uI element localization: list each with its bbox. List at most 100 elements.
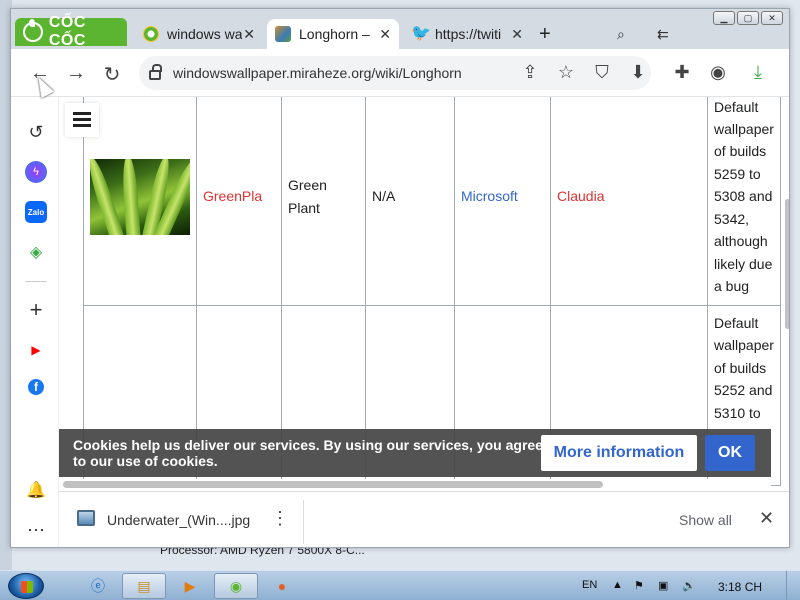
profile-avatar-icon[interactable]: ◉ <box>707 62 729 83</box>
photographer-link[interactable]: Claudia <box>557 188 604 204</box>
download-more-options-icon[interactable]: ⋮ <box>271 508 289 529</box>
adblock-shield-icon[interactable]: ⛉ <box>591 62 613 83</box>
coccoc-taskbar-icon[interactable]: ◉ <box>214 573 258 599</box>
twitter-bird-icon: 🐦 <box>411 25 431 42</box>
notes-line: 5342, <box>714 210 750 227</box>
cookie-banner: Cookies help us deliver our services. By… <box>59 429 771 477</box>
share-icon[interactable]: ⇪ <box>519 62 541 83</box>
notes-line: of builds <box>714 143 767 160</box>
notes-line: likely due <box>714 255 773 272</box>
notes-line: Default <box>714 98 759 115</box>
vertical-scrollbar-thumb[interactable] <box>785 199 789 329</box>
minimize-button[interactable]: ▁ <box>713 11 735 25</box>
notes-line: 5310 to <box>714 404 761 421</box>
table-cell-photographer: Claudia <box>550 97 708 306</box>
downloads-divider <box>303 500 304 544</box>
notes-line: a bug <box>714 277 750 294</box>
tray-expand-icon[interactable]: ▲ <box>612 579 623 591</box>
game-controller-icon[interactable]: ◈ <box>25 241 47 263</box>
notes-line: wallpaper <box>714 337 774 354</box>
table-cell-author: Microsoft <box>454 97 551 306</box>
wallpaper-name-line: Green <box>288 177 327 194</box>
windows-taskbar: ⓔ ▤ ▶ ◉ ● EN ▲ ⚑ ▣ 🔊 3:18 CH <box>0 570 800 600</box>
start-button[interactable] <box>8 573 44 599</box>
reload-icon[interactable]: ↻ <box>101 62 123 87</box>
wallpaper-table: GreenPla Green Plant N/A Microsoft Claud… <box>83 97 781 486</box>
sidebar: ↺ ϟ Zalo ◈ + ▶ f 🔔 ⋯ <box>11 97 59 547</box>
tab-longhorn[interactable]: Longhorn – ✕ <box>267 19 399 49</box>
table-cell-file: GreenPla <box>196 97 282 306</box>
more-options-icon[interactable]: ⋯ <box>25 519 47 541</box>
lock-icon[interactable] <box>149 64 162 80</box>
address-url[interactable]: windowswallpaper.miraheze.org/wiki/Longh… <box>173 65 462 81</box>
downloads-icon[interactable]: ⤓ <box>747 62 769 83</box>
coccoc-menu-button[interactable]: CỐC CỐC <box>15 14 127 49</box>
cookie-ok-button[interactable]: OK <box>705 435 755 471</box>
notes-line: Default <box>714 315 759 331</box>
add-app-plus-icon[interactable]: + <box>25 297 47 322</box>
zalo-icon[interactable]: Zalo <box>25 201 47 223</box>
tab-title: windows wa <box>167 26 243 42</box>
notification-bell-icon[interactable]: 🔔 <box>25 479 47 501</box>
media-player-icon[interactable]: ▶ <box>168 573 212 599</box>
tab-twitter[interactable]: 🐦 https://twiti ✕ <box>403 19 531 49</box>
table-cell-source: N/A <box>365 97 455 306</box>
show-all-downloads-link[interactable]: Show all <box>679 512 732 528</box>
notes-line: wallpaper <box>714 121 774 138</box>
sidebar-divider <box>25 281 47 282</box>
close-downloads-icon[interactable]: ✕ <box>759 508 774 529</box>
close-window-button[interactable]: ✕ <box>761 11 783 25</box>
table-cell-name: Green Plant <box>281 97 366 306</box>
show-desktop-button[interactable] <box>786 571 800 600</box>
file-explorer-icon[interactable]: ▤ <box>122 573 166 599</box>
horizontal-scrollbar-thumb[interactable] <box>63 481 603 488</box>
close-tab-icon[interactable]: ✕ <box>511 26 523 43</box>
new-tab-plus-icon[interactable]: + <box>539 23 551 46</box>
notes-line: 5252 and <box>714 382 773 399</box>
notes-line: although <box>714 233 768 250</box>
close-tab-icon[interactable]: ✕ <box>243 26 255 43</box>
browser-window: CỐC CỐC windows wa ✕ Longhorn – ✕ 🐦 http… <box>10 8 790 548</box>
table-of-contents-button[interactable] <box>65 103 99 137</box>
media-download-icon[interactable]: ⬇ <box>627 62 649 83</box>
green-plant-thumbnail[interactable] <box>90 158 190 235</box>
browser-toolbar: ← → ↻ windowswallpaper.miraheze.org/wiki… <box>11 49 789 97</box>
firefox-icon[interactable]: ● <box>260 573 304 599</box>
action-center-flag-icon[interactable]: ⚑ <box>634 579 644 592</box>
wiki-favicon-icon <box>275 26 291 42</box>
search-tabs-icon[interactable]: ⌕ <box>617 26 625 43</box>
extensions-puzzle-icon[interactable]: ✚ <box>671 62 693 83</box>
system-clock[interactable]: 3:18 CH <box>718 580 762 594</box>
file-link[interactable]: GreenPla <box>203 188 262 204</box>
coccoc-favicon-icon <box>143 26 159 42</box>
tab-windows-wallpaper[interactable]: windows wa ✕ <box>135 19 263 49</box>
tab-title: https://twiti <box>435 26 502 42</box>
more-information-button[interactable]: More information <box>541 435 697 471</box>
internet-explorer-icon[interactable]: ⓔ <box>76 573 120 599</box>
window-controls: ▁ ▢ ✕ <box>713 11 783 25</box>
volume-speaker-icon[interactable]: 🔊 <box>682 579 696 592</box>
facebook-icon[interactable]: f <box>28 379 44 395</box>
bookmark-star-icon[interactable]: ☆ <box>555 62 577 83</box>
blade-shape <box>120 158 142 235</box>
download-file-name[interactable]: Underwater_(Win....jpg <box>107 512 250 528</box>
tab-actions-icon[interactable]: ⇇ <box>657 26 669 43</box>
toc-list-icon <box>73 118 91 121</box>
language-indicator[interactable]: EN <box>582 579 597 591</box>
youtube-icon[interactable]: ▶ <box>25 339 47 361</box>
history-icon[interactable]: ↺ <box>25 121 47 143</box>
blade-shape <box>90 158 126 235</box>
table-cell-image <box>83 97 197 306</box>
network-icon[interactable]: ▣ <box>658 579 668 592</box>
toc-list-icon <box>73 112 91 115</box>
image-file-icon <box>77 510 95 526</box>
author-link[interactable]: Microsoft <box>461 188 518 204</box>
maximize-button[interactable]: ▢ <box>737 11 759 25</box>
forward-arrow-icon[interactable]: → <box>65 62 87 85</box>
downloads-bar: Underwater_(Win....jpg ⋮ Show all ✕ <box>59 491 789 547</box>
close-tab-icon[interactable]: ✕ <box>379 26 391 43</box>
horizontal-scrollbar[interactable] <box>59 479 771 489</box>
cookie-message: Cookies help us deliver our services. By… <box>73 437 543 469</box>
messenger-icon[interactable]: ϟ <box>25 161 47 183</box>
notes-line: of builds <box>714 359 767 376</box>
